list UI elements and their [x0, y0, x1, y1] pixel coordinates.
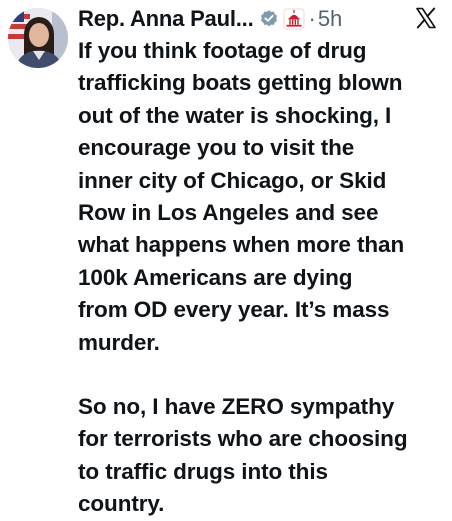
avatar-image [8, 8, 68, 68]
text-line: inner city of Chicago, or Skid [78, 167, 387, 193]
text-line: country. [78, 491, 165, 517]
avatar[interactable] [8, 8, 68, 68]
timestamp[interactable]: 5h [318, 6, 342, 32]
text-line: encourage you to visit the [78, 135, 355, 161]
paragraph-2: So no, I have ZERO sympathy for terroris… [78, 391, 446, 521]
post-header: Rep. Anna Paul... · 5h [78, 4, 342, 34]
text-line: So no, I have ZERO sympathy [78, 394, 395, 420]
text-line: out of the water is shocking, I [78, 102, 392, 128]
text-line: trafficking boats getting blown [78, 70, 403, 96]
paragraph-1: If you think footage of drug trafficking… [78, 35, 446, 359]
verified-badge-icon[interactable] [259, 9, 279, 29]
text-line: what happens when more than [78, 232, 405, 258]
post: Rep. Anna Paul... · 5h If you think foot… [0, 0, 452, 516]
display-name[interactable]: Rep. Anna Paul... [78, 6, 254, 32]
text-line: from OD every year. It’s mass [78, 297, 390, 323]
separator-dot: · [308, 6, 316, 31]
text-line: 100k Americans are dying [78, 264, 353, 290]
text-line: If you think footage of drug [78, 38, 367, 63]
x-logo-icon[interactable] [414, 6, 438, 30]
capitol-building-icon[interactable] [283, 8, 306, 30]
text-line: to traffic drugs into this [78, 458, 328, 484]
text-line: Row in Los Angeles and see [78, 200, 379, 226]
text-line: murder. [78, 329, 160, 355]
text-line: for terrorists who are choosing [78, 426, 408, 452]
post-text: If you think footage of drug trafficking… [78, 35, 446, 521]
